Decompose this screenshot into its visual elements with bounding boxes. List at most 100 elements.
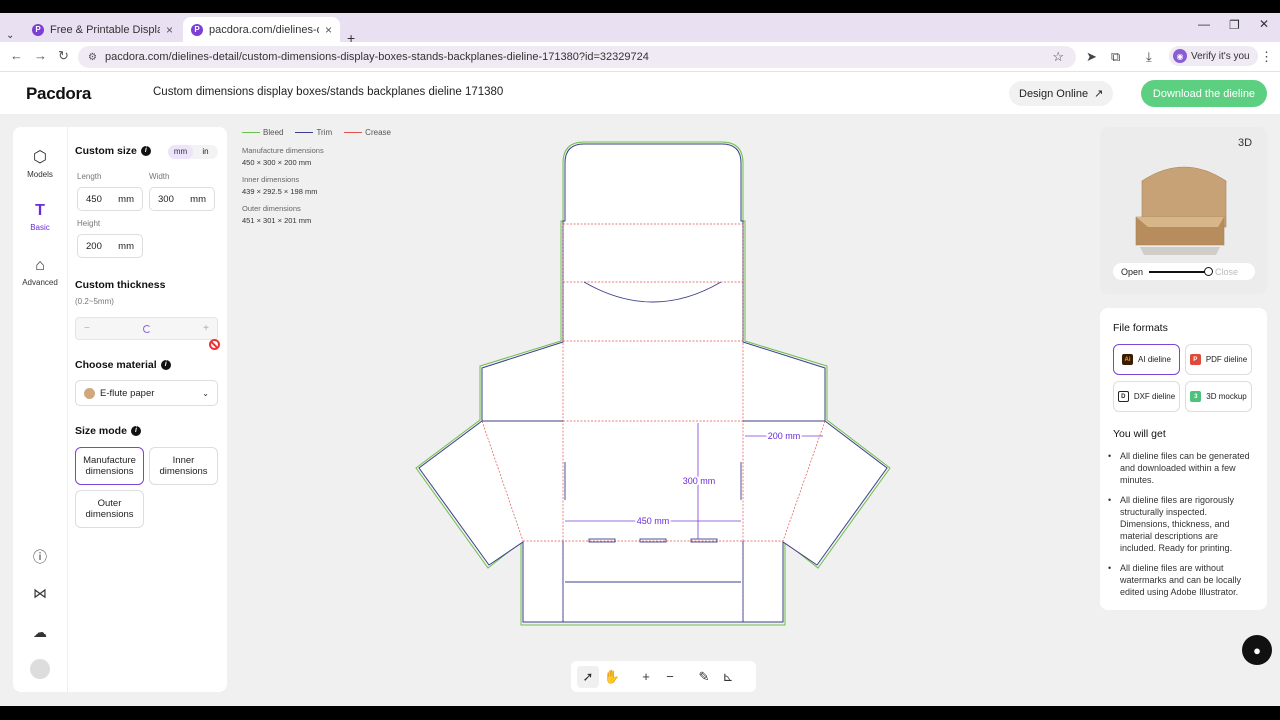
download-icon[interactable]: ⤓ [1146,49,1152,65]
info-icon[interactable]: i [130,426,141,437]
open-close-slider[interactable]: Open Close [1113,263,1255,280]
external-link-icon: ↗ [1094,88,1104,100]
file-formats-title: File formats [1113,322,1168,334]
send-icon[interactable]: ➤ [1086,49,1097,65]
rail-item-models[interactable]: ⬡ Models [13,147,67,179]
canvas-toolbar: ➚ ✋ + − ✎ ⊾ [571,661,756,692]
benefit-text: All dieline files are without watermarks… [1120,563,1242,597]
legend-trim-label: Trim [316,128,333,137]
choose-material-title: Choose material [75,359,157,371]
dxf-dieline-option[interactable]: D DXF dieline [1113,381,1180,412]
browser-tab-active[interactable]: P pacdora.com/dielines-detail/ × [183,17,341,42]
legend-crease: Crease [344,128,391,137]
box-3d-model [1135,166,1227,255]
ruler-t-icon: T [35,202,45,219]
advanced-tools-icon: ⌂ [35,257,45,274]
ai-file-icon: Ai [1122,354,1134,365]
cloud-off-icon[interactable]: ☁ [31,624,49,642]
info-icon[interactable]: i [140,146,151,157]
height-unit: mm [118,240,134,252]
dieline-canvas[interactable]: 450 mm 300 mm 200 mm [410,135,900,635]
benefit-item: All dieline files are without watermarks… [1108,562,1253,598]
rail-item-advanced[interactable]: ⌂ Advanced [13,257,67,287]
manufacture-dimensions-label: Manufacture dimensions [242,146,324,155]
unit-mm-option[interactable]: mm [168,145,193,159]
edit-pen-icon[interactable]: ✎ [693,666,715,688]
increment-icon[interactable]: + [203,323,209,334]
legend-trim: Trim [295,128,332,137]
cube-icon: ⬡ [33,149,47,166]
outer-dimensions-button[interactable]: Outer dimensions [75,490,144,528]
browser-tab[interactable]: P Free & Printable Display Box × [24,17,181,42]
minimize-icon[interactable]: — [1198,17,1210,31]
settings-panel: ⬡ Models T Basic ⌂ Advanced ⓘ ⋈ ☁ Custom… [13,127,227,692]
back-icon[interactable]: ← [10,48,23,63]
size-mode-heading: Size mode i [75,425,141,437]
zoom-out-icon[interactable]: − [659,666,681,688]
thickness-stepper[interactable]: − + [75,317,218,340]
design-online-button[interactable]: Design Online ↗ [1009,81,1114,106]
width-dimension-label: 450 mm [637,516,670,526]
tab-search-chevron-icon[interactable]: ⌄ [6,30,14,41]
bottom-black-bar [0,706,1280,720]
length-input[interactable]: 450 mm [77,187,143,211]
pdf-file-icon: P [1189,354,1201,365]
3d-mockup-option[interactable]: 3 3D mockup [1185,381,1252,412]
crease-line-swatch [344,132,363,134]
extensions-icon[interactable]: ⧉ [1111,49,1120,65]
page-title: Custom dimensions display boxes/stands b… [153,86,504,98]
inner-dimensions-button[interactable]: Inner dimensions [149,447,218,485]
url-bar[interactable]: ⚙ pacdora.com/dielines-detail/custom-dim… [78,46,1076,68]
zoom-in-icon[interactable]: + [635,666,657,688]
close-window-icon[interactable]: ✕ [1259,17,1269,31]
ai-dieline-option[interactable]: Ai AI dieline [1113,344,1180,375]
width-input[interactable]: 300 mm [149,187,215,211]
download-dieline-button[interactable]: Download the dieline [1141,80,1267,107]
restore-icon[interactable]: ❐ [1229,18,1240,32]
height-input[interactable]: 200 mm [77,234,143,258]
ruler-measure-icon[interactable]: ⊾ [717,666,739,688]
tab-title: Free & Printable Display Box [50,23,160,36]
info-icon[interactable]: i [160,360,171,371]
close-tab-icon[interactable]: × [325,23,332,37]
benefit-item: All dieline files can be generated and d… [1108,450,1253,486]
chat-support-icon[interactable]: ● [1242,635,1272,665]
length-label: Length [77,172,102,181]
url-text: pacdora.com/dielines-detail/custom-dimen… [104,51,649,63]
bookmark-star-icon[interactable]: ☆ [1052,49,1064,65]
material-select[interactable]: E-flute paper ⌄ [75,380,218,406]
site-settings-icon[interactable]: ⚙ [88,52,97,63]
custom-thickness-title: Custom thickness [75,279,166,291]
manufacture-dimensions-button[interactable]: Manufacture dimensions [75,447,144,485]
profile-button[interactable]: ◉ Verify it's you [1169,46,1258,66]
user-avatar[interactable] [30,659,50,679]
unit-toggle[interactable]: mm in [168,145,218,159]
legend-bleed-label: Bleed [263,128,284,137]
trim-line-swatch [295,132,314,134]
select-pointer-icon[interactable]: ➚ [577,665,599,688]
browser-menu-icon[interactable]: ⋮ [1260,49,1273,65]
top-black-bar [0,0,1280,13]
unit-in-option[interactable]: in [193,145,218,159]
close-label: Close [1215,266,1239,277]
3d-preview-card[interactable]: 3D Open Close [1100,127,1267,294]
forward-icon[interactable]: → [34,48,47,63]
decrement-icon[interactable]: − [84,323,90,334]
tab-title: pacdora.com/dielines-detail/ [209,23,319,36]
length-value: 450 [86,193,102,205]
slider-track[interactable] [1149,266,1214,276]
dxf-dieline-label: DXF dieline [1133,392,1176,401]
info-circle-icon[interactable]: ⓘ [31,547,49,565]
close-tab-icon[interactable]: × [166,23,173,37]
share-icon[interactable]: ⋈ [31,585,49,603]
slider-knob[interactable] [1204,266,1214,276]
loading-spinner-icon [142,324,151,333]
choose-material-heading: Choose material i [75,359,171,371]
hand-pan-icon[interactable]: ✋ [601,666,623,688]
pacdora-favicon-icon: P [191,23,203,36]
outer-dimensions-label: Outer dimensions [242,204,301,213]
reload-icon[interactable]: ↻ [58,48,69,64]
pacdora-logo[interactable]: Pacdora [26,84,91,104]
pdf-dieline-option[interactable]: P PDF dieline [1185,344,1252,375]
rail-item-basic[interactable]: T Basic [13,202,67,232]
